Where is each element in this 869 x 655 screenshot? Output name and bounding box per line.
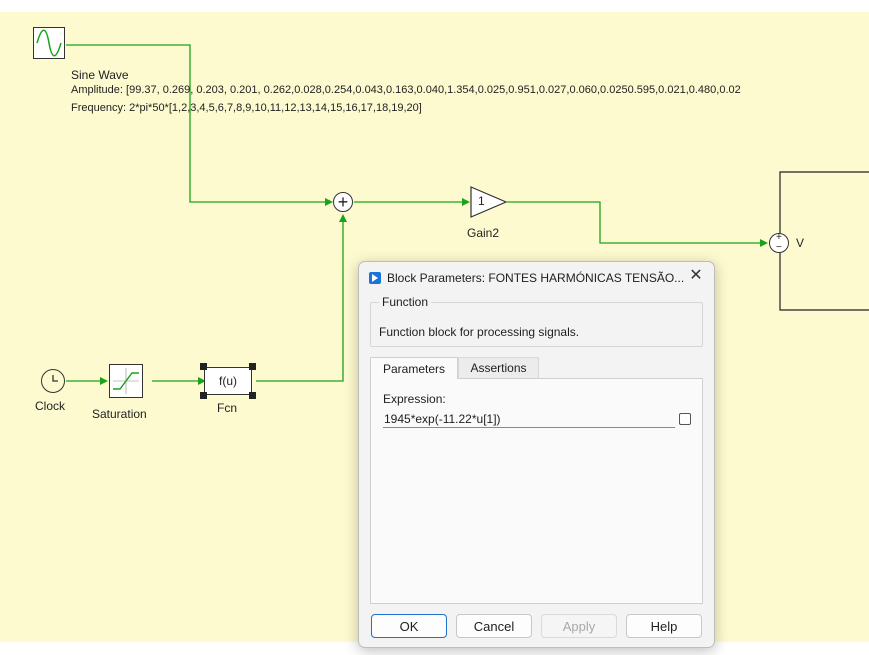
sine-wave-label: Sine Wave (71, 68, 129, 82)
dialog-titlebar[interactable]: Block Parameters: FONTES HARMÓNICAS TENS… (369, 268, 684, 288)
fcn-expression: f(u) (219, 374, 237, 388)
selection-handle[interactable] (249, 392, 256, 399)
saturation-label: Saturation (92, 407, 147, 421)
tab-assertions[interactable]: Assertions (458, 357, 539, 379)
tab-parameters[interactable]: Parameters (370, 357, 458, 379)
arrowhead (462, 198, 470, 206)
selection-handle[interactable] (200, 392, 207, 399)
block-parameters-dialog[interactable]: Block Parameters: FONTES HARMÓNICAS TENS… (358, 261, 715, 648)
clock-icon (52, 375, 58, 382)
expression-input[interactable] (383, 410, 675, 428)
gain-block[interactable]: 1 (470, 186, 508, 218)
simulink-app-icon (369, 272, 381, 284)
selection-handle[interactable] (249, 363, 256, 370)
sine-wave-block[interactable] (33, 27, 65, 59)
gain-value: 1 (478, 194, 485, 208)
wire-fcn-to-sum (256, 222, 344, 382)
sine-frequency-text: Frequency: 2*pi*50*[1,2,3,4,5,6,7,8,9,10… (71, 102, 422, 114)
selection-handle[interactable] (200, 363, 207, 370)
sine-amplitude-text: Amplitude: [99.37, 0.269, 0.203, 0.201, … (71, 84, 741, 96)
wire-gain-to-source (507, 201, 760, 244)
sum-block[interactable]: + (333, 192, 353, 212)
arrowhead (325, 198, 333, 206)
wire-source-loop-bottom (779, 253, 869, 311)
minus-sign: − (776, 242, 782, 253)
expression-label: Expression: (383, 392, 446, 406)
voltage-source-block[interactable]: + − (769, 232, 789, 253)
clock-label: Clock (35, 399, 66, 413)
fcn-block[interactable]: f(u) (204, 367, 252, 395)
arrowhead (760, 239, 768, 247)
saturation-icon (113, 368, 139, 394)
cancel-button[interactable]: Cancel (456, 614, 532, 638)
function-description-group: Function Function block for processing s… (370, 295, 703, 347)
apply-button[interactable]: Apply (541, 614, 617, 638)
help-button[interactable]: Help (626, 614, 702, 638)
voltage-source-label: V (796, 236, 805, 250)
sine-icon (36, 29, 62, 57)
close-icon[interactable]: ✕ (688, 268, 704, 284)
saturation-block[interactable] (109, 364, 143, 398)
clock-block[interactable] (41, 369, 65, 393)
parameters-panel: Expression: (370, 378, 703, 604)
group-title: Function (379, 295, 432, 309)
plus-icon: + (337, 192, 349, 212)
fcn-label: Fcn (217, 401, 238, 415)
gain-label: Gain2 (467, 226, 500, 240)
arrowhead (100, 377, 108, 385)
gain-triangle-icon (470, 186, 508, 218)
dialog-title: Block Parameters: FONTES HARMÓNICAS TENS… (387, 271, 685, 285)
wire-source-loop (779, 171, 869, 233)
group-description: Function block for processing signals. (379, 325, 580, 339)
arrowhead (339, 214, 347, 222)
expression-checkbox[interactable] (679, 413, 691, 425)
ok-button[interactable]: OK (371, 614, 447, 638)
